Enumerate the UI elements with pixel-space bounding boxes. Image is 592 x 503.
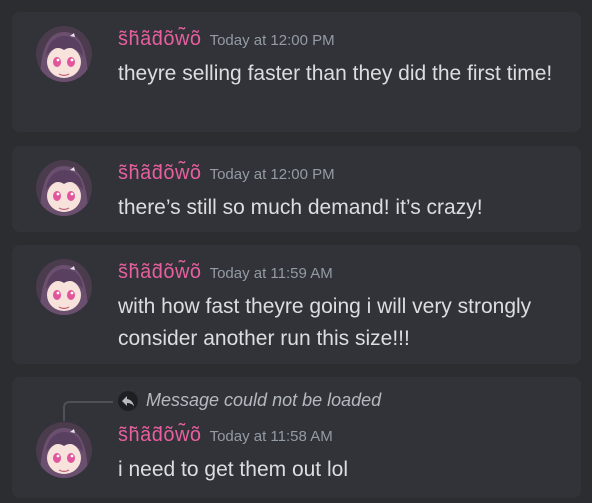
reply-connector-line bbox=[63, 401, 113, 421]
message-item[interactable]: s̃h̃ãd̃õw̃õ Today at 12:00 PM there’s sti… bbox=[12, 146, 581, 232]
message-item[interactable]: Message could not be loaded s̃h̃ãd̃õw̃õ T… bbox=[12, 377, 581, 498]
message-content: theyre selling faster than they did the … bbox=[118, 62, 553, 85]
reply-preview[interactable]: Message could not be loaded bbox=[146, 390, 381, 411]
message-header: s̃h̃ãd̃õw̃õ Today at 12:00 PM bbox=[118, 162, 335, 185]
message-header: s̃h̃ãd̃õw̃õ Today at 12:00 PM bbox=[118, 28, 335, 51]
timestamp[interactable]: Today at 11:58 AM bbox=[210, 428, 333, 445]
reply-arrow-icon bbox=[118, 391, 138, 411]
user-avatar-icon[interactable] bbox=[36, 26, 92, 82]
user-avatar-icon[interactable] bbox=[36, 422, 92, 478]
message-item[interactable]: s̃h̃ãd̃õw̃õ Today at 11:59 AM with how fa… bbox=[12, 245, 581, 364]
message-item[interactable]: s̃h̃ãd̃õw̃õ Today at 12:00 PM theyre sell… bbox=[12, 12, 581, 132]
user-avatar-icon[interactable] bbox=[36, 259, 92, 315]
message-header: s̃h̃ãd̃õw̃õ Today at 11:59 AM bbox=[118, 261, 333, 284]
message-content: there’s still so much demand! it’s crazy… bbox=[118, 196, 483, 219]
username[interactable]: s̃h̃ãd̃õw̃õ bbox=[118, 28, 202, 50]
user-avatar-icon[interactable] bbox=[36, 160, 92, 216]
message-header: s̃h̃ãd̃õw̃õ Today at 11:58 AM bbox=[118, 424, 333, 447]
username[interactable]: s̃h̃ãd̃õw̃õ bbox=[118, 162, 202, 184]
timestamp[interactable]: Today at 11:59 AM bbox=[210, 265, 333, 282]
timestamp[interactable]: Today at 12:00 PM bbox=[210, 166, 335, 183]
message-content: with how fast theyre going i will very s… bbox=[118, 295, 532, 350]
timestamp[interactable]: Today at 12:00 PM bbox=[210, 32, 335, 49]
username[interactable]: s̃h̃ãd̃õw̃õ bbox=[118, 424, 202, 446]
username[interactable]: s̃h̃ãd̃õw̃õ bbox=[118, 261, 202, 283]
message-feed: s̃h̃ãd̃õw̃õ Today at 12:00 PM theyre sell… bbox=[0, 0, 592, 503]
message-content: i need to get them out lol bbox=[118, 458, 348, 481]
